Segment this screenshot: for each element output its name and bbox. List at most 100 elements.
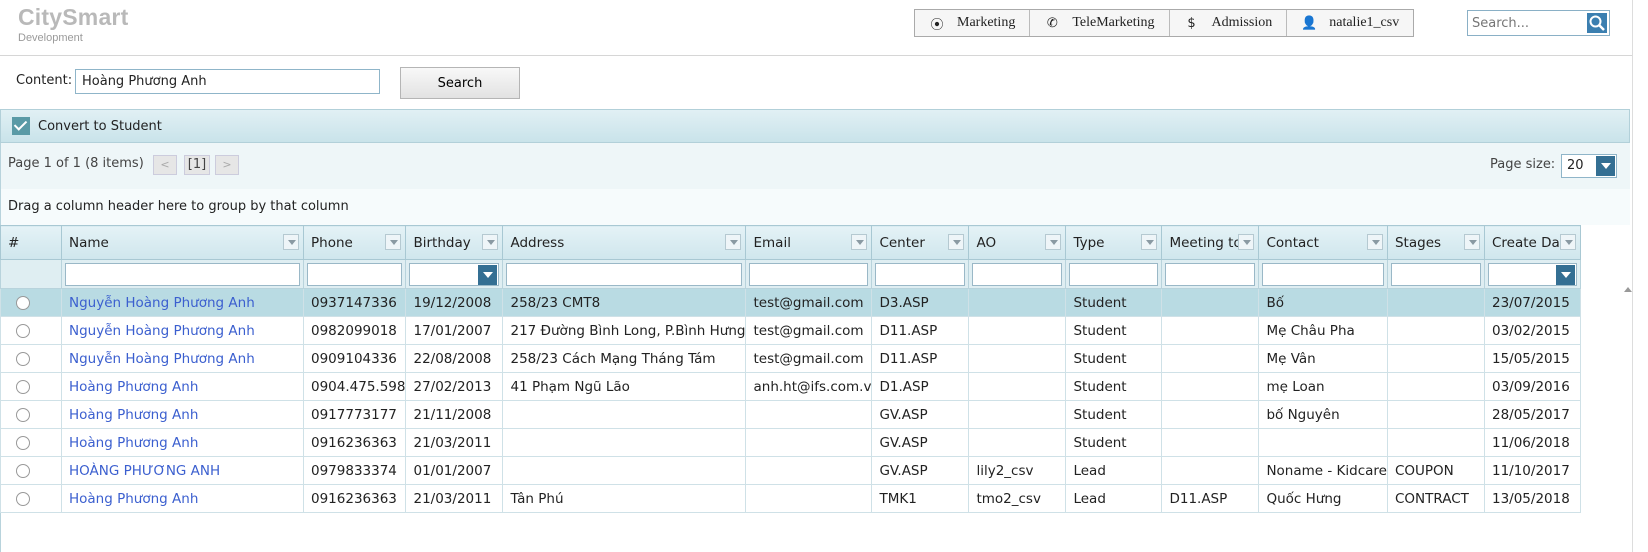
table-row[interactable]: Nguyễn Hoàng Phương Anh 0909104336 22/08/2… xyxy=(0,344,1581,373)
row-select-radio[interactable] xyxy=(16,491,30,506)
filter-input-birthday[interactable] xyxy=(409,262,500,286)
column-header-birthday[interactable]: Birthday xyxy=(405,225,504,260)
cell-address xyxy=(502,456,747,485)
cell-name[interactable]: Hoàng Phương Anh xyxy=(61,400,304,429)
next-page-button[interactable]: > xyxy=(215,155,239,175)
cell-index[interactable] xyxy=(0,288,62,317)
pager-bar xyxy=(0,143,1630,189)
filter-menu-icon[interactable] xyxy=(283,234,299,250)
column-header-center[interactable]: Center xyxy=(871,225,970,260)
content-input[interactable] xyxy=(75,69,380,94)
cell-name[interactable]: Hoàng Phương Anh xyxy=(61,484,304,513)
app-logo[interactable]: CitySmart xyxy=(18,4,128,31)
filter-input-meeting-to[interactable] xyxy=(1165,262,1256,286)
table-row[interactable]: Nguyễn Hoàng Phương Anh 0937147336 19/12/2… xyxy=(0,288,1581,317)
filter-input-phone[interactable] xyxy=(307,262,403,286)
cell-name[interactable]: HOÀNG PHƯƠNG ANH xyxy=(61,456,304,485)
cell-name[interactable]: Hoàng Phương Anh xyxy=(61,428,304,457)
nav-label: TeleMarketing xyxy=(1072,15,1155,30)
chevron-down-icon[interactable] xyxy=(1596,156,1615,176)
filter-input-name[interactable] xyxy=(65,262,300,286)
filter-menu-icon[interactable] xyxy=(851,234,868,250)
column-header-name[interactable]: Name xyxy=(61,225,304,260)
convert-to-student-button[interactable]: Convert to Student xyxy=(1,117,162,135)
chevron-down-icon[interactable] xyxy=(478,264,498,285)
filter-menu-icon[interactable] xyxy=(725,234,742,250)
current-page[interactable]: [1] xyxy=(184,155,210,175)
filter-input-stages[interactable] xyxy=(1390,262,1481,286)
filter-menu-icon[interactable] xyxy=(482,234,499,250)
row-select-radio[interactable] xyxy=(16,463,30,478)
filter-menu-icon[interactable] xyxy=(1141,234,1158,250)
app-logo-subtitle: Development xyxy=(18,32,83,44)
column-header-create-date[interactable]: Create Date xyxy=(1483,225,1581,260)
search-icon[interactable] xyxy=(1587,13,1607,33)
column-header-type[interactable]: Type xyxy=(1065,225,1163,260)
filter-input-email[interactable] xyxy=(749,262,869,286)
cell-name[interactable]: Nguyễn Hoàng Phương Anh xyxy=(61,344,304,373)
search-button[interactable]: Search xyxy=(400,67,520,99)
column-header-address[interactable]: Address xyxy=(502,225,747,260)
row-select-radio[interactable] xyxy=(16,435,30,450)
cell-name[interactable]: Nguyễn Hoàng Phương Anh xyxy=(61,316,304,345)
filter-input-create-date[interactable] xyxy=(1487,262,1577,286)
column-header-phone[interactable]: Phone xyxy=(302,225,407,260)
row-select-radio[interactable] xyxy=(16,379,30,394)
table-row[interactable]: Nguyễn Hoàng Phương Anh 0982099018 17/01/2… xyxy=(0,316,1581,345)
column-header-stages[interactable]: Stages xyxy=(1386,225,1485,260)
table-row[interactable]: Hoàng Phương Anh 0916236363 21/03/2011 GV.A… xyxy=(0,428,1581,457)
filter-menu-icon[interactable] xyxy=(948,234,965,250)
cell-email xyxy=(745,428,873,457)
column-header-contact[interactable]: Contact xyxy=(1258,225,1388,260)
cell-email: test@gmail.com xyxy=(745,288,873,317)
filter-menu-icon[interactable] xyxy=(1045,234,1062,250)
cell-index[interactable] xyxy=(0,372,62,401)
filter-input-ao[interactable] xyxy=(972,262,1063,286)
scroll-up-arrow-icon[interactable] xyxy=(1624,287,1632,292)
vertical-scrollbar[interactable] xyxy=(1632,0,1648,552)
row-select-radio[interactable] xyxy=(16,351,30,366)
column-header-ao[interactable]: AO xyxy=(968,225,1067,260)
filter-menu-icon[interactable] xyxy=(1559,234,1576,250)
row-select-radio[interactable] xyxy=(16,295,30,310)
cell-index[interactable] xyxy=(0,428,62,457)
table-row[interactable]: Hoàng Phương Anh 0904.475.598 27/02/2013 41… xyxy=(0,372,1581,401)
cell-index[interactable] xyxy=(0,316,62,345)
chevron-down-icon[interactable] xyxy=(1555,264,1575,285)
nav-admission[interactable]: $ Admission xyxy=(1170,10,1288,36)
prev-page-button[interactable]: < xyxy=(153,155,177,175)
cell-name[interactable]: Hoàng Phương Anh xyxy=(61,372,304,401)
nav-telemarketing[interactable]: ✆ TeleMarketing xyxy=(1030,10,1170,36)
table-row[interactable]: HOÀNG PHƯƠNG ANH 0979833374 01/01/2007 GV.A… xyxy=(0,456,1581,485)
cell-name[interactable]: Nguyễn Hoàng Phương Anh xyxy=(61,288,304,317)
column-header-email[interactable]: Email xyxy=(745,225,873,260)
cell-type: Student xyxy=(1065,428,1163,457)
filter-cell xyxy=(1258,259,1388,289)
filter-menu-icon[interactable] xyxy=(385,234,402,250)
cell-index[interactable] xyxy=(0,456,62,485)
nav-marketing[interactable]: ⦿ Marketing xyxy=(915,10,1031,36)
table-row[interactable]: Hoàng Phương Anh 0916236363 21/03/2011 Tân … xyxy=(0,484,1581,513)
filter-cell xyxy=(968,259,1067,289)
filter-input-contact[interactable] xyxy=(1262,262,1384,286)
filter-input-center[interactable] xyxy=(875,262,966,286)
filter-menu-icon[interactable] xyxy=(1238,234,1255,250)
cell-contact: Bố xyxy=(1258,288,1388,317)
column-header-meeting-to[interactable]: Meeting to xyxy=(1161,225,1260,260)
row-select-radio[interactable] xyxy=(16,407,30,422)
filter-menu-icon[interactable] xyxy=(1463,234,1480,250)
cell-index[interactable] xyxy=(0,400,62,429)
filter-input-address[interactable] xyxy=(506,262,743,286)
top-search-input[interactable] xyxy=(1468,11,1586,35)
row-select-radio[interactable] xyxy=(16,323,30,338)
page-size-select[interactable]: 20 xyxy=(1561,154,1617,178)
filter-menu-icon[interactable] xyxy=(1366,234,1383,250)
filter-cell xyxy=(1483,259,1581,289)
table-row[interactable]: Hoàng Phương Anh 0917773177 21/11/2008 GV.A… xyxy=(0,400,1581,429)
column-header-index[interactable]: # xyxy=(0,225,62,260)
nav-user-account[interactable]: 👤 natalie1_csv xyxy=(1287,10,1413,36)
cell-index[interactable] xyxy=(0,344,62,373)
cell-index[interactable] xyxy=(0,484,62,513)
filter-row xyxy=(0,259,1581,289)
filter-input-type[interactable] xyxy=(1069,262,1159,286)
